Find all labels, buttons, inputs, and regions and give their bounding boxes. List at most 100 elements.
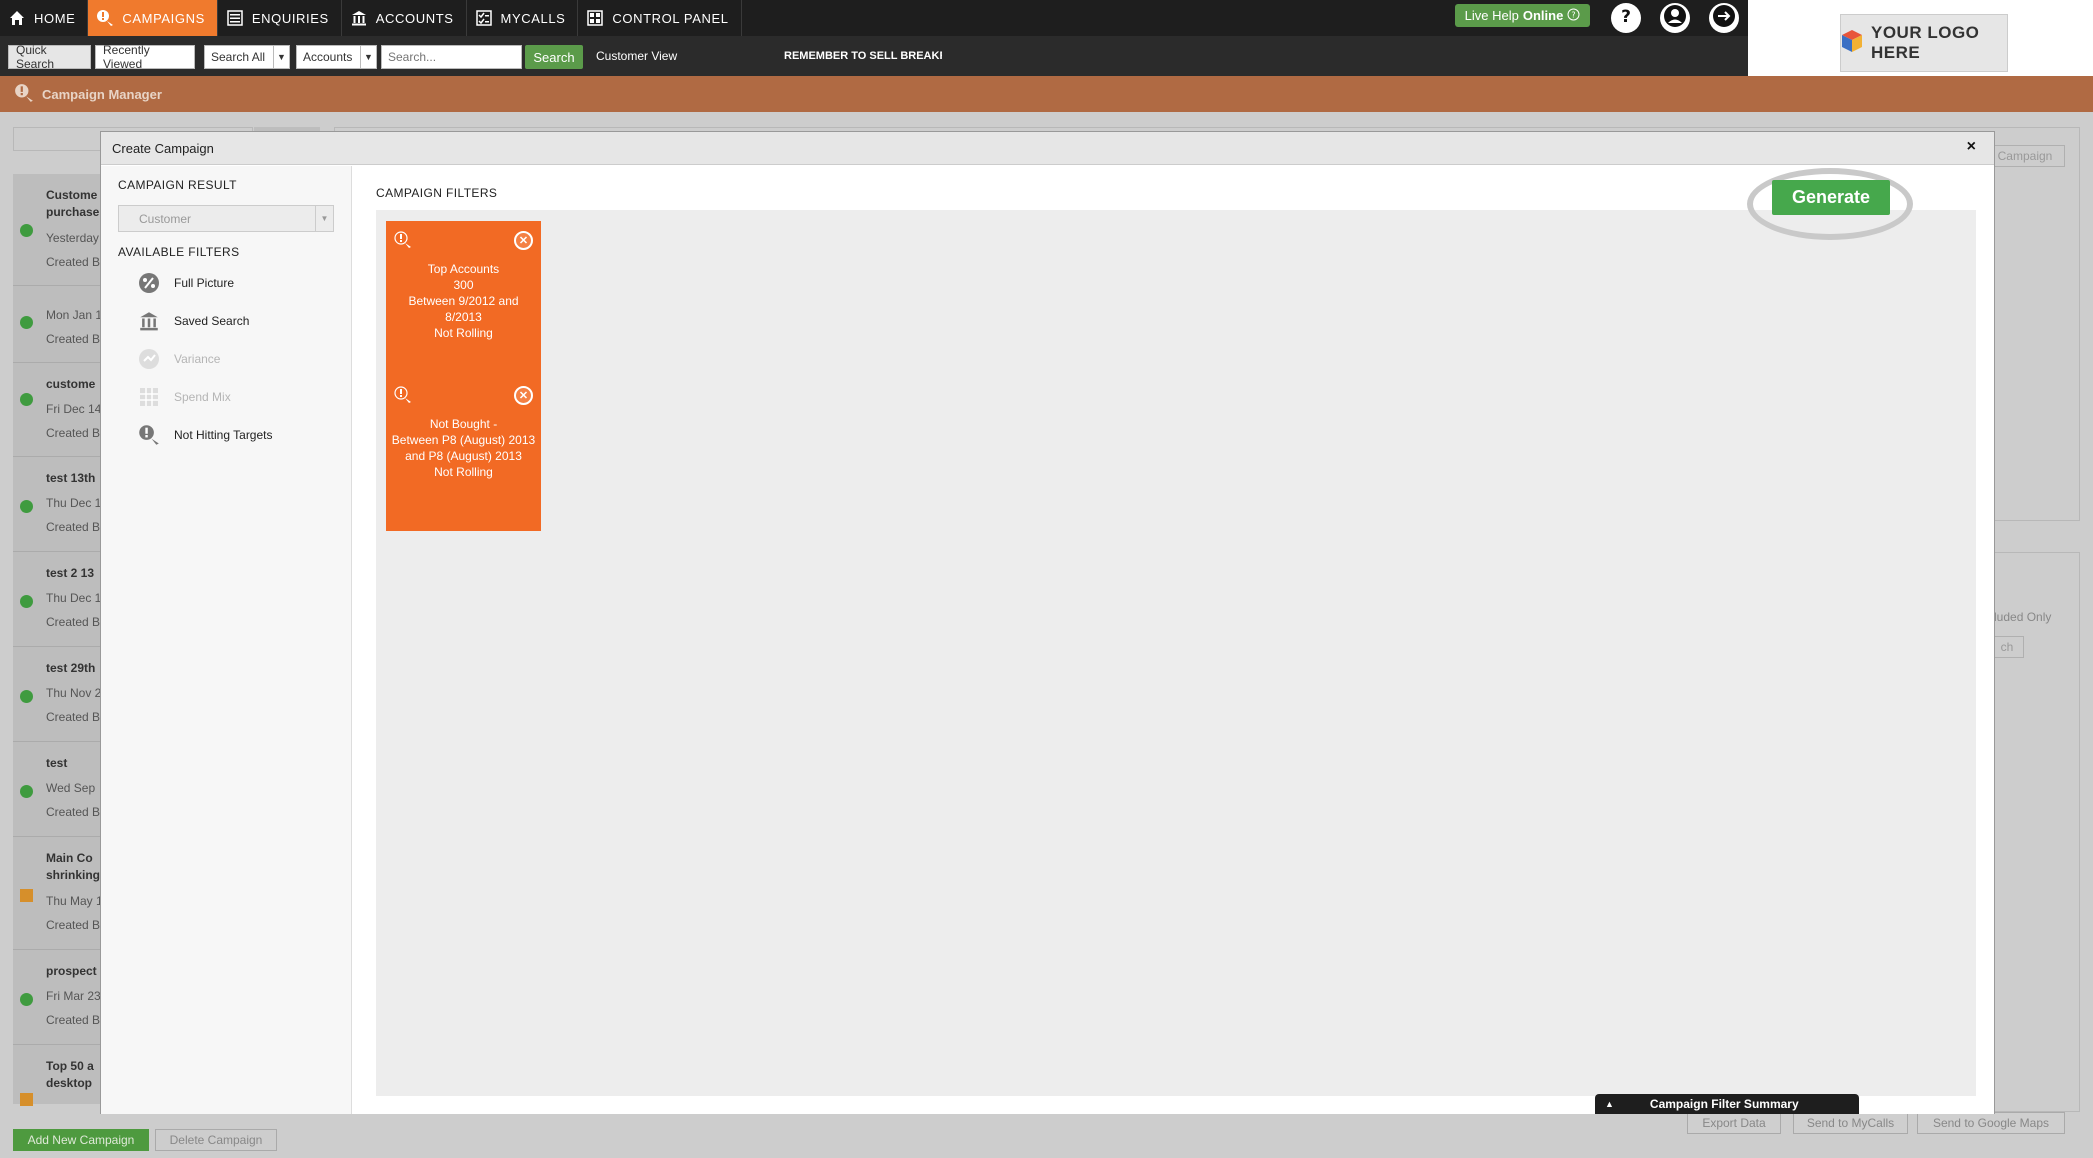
list-item-creator: Created B (46, 710, 101, 724)
filter-label: Saved Search (174, 314, 250, 328)
tile-line: and P8 (August) 2013 (405, 449, 522, 463)
list-item-title: purchase (46, 205, 100, 219)
list-item-date: Yesterday (46, 231, 99, 245)
status-dot (20, 785, 33, 798)
bank-icon (138, 310, 160, 332)
list-item[interactable]: Top 50 a desktop (13, 1045, 103, 1106)
caret-down-icon: ▼ (360, 46, 376, 68)
campaign-filters-dropzone[interactable]: ✕ Top Accounts 300 Between 9/2012 and 8/… (376, 210, 1976, 1096)
campaign-filter-summary-tab[interactable]: ▲ Campaign Filter Summary (1595, 1094, 1859, 1114)
accounts-label: Accounts (303, 50, 353, 64)
nav-control-panel-label: CONTROL PANEL (612, 10, 729, 26)
campaign-result-value: Customer (139, 211, 192, 226)
list-item[interactable]: Custome purchase Yesterday Created B (13, 174, 103, 286)
campaign-icon (14, 83, 34, 106)
list-item-creator: Created B (46, 1013, 101, 1027)
nav-home[interactable]: HOME (0, 0, 89, 36)
logout-button[interactable] (1709, 3, 1739, 33)
filter-sidebar: CAMPAIGN RESULT Customer ▼ AVAILABLE FIL… (101, 166, 352, 1114)
svg-text:?: ? (1621, 7, 1631, 26)
tile-description: Not Bought - Between P8 (August) 2013 an… (386, 416, 541, 480)
send-to-mycalls-button[interactable]: Send to MyCalls (1793, 1112, 1908, 1134)
list-item-title: Custome (46, 188, 98, 202)
nav-accounts-label: ACCOUNTS (375, 10, 454, 26)
help-button[interactable]: ? (1611, 3, 1641, 33)
search-input[interactable] (381, 45, 522, 69)
nav-campaigns-label: CAMPAIGNS (122, 10, 205, 26)
list-item-title: prospect (46, 964, 97, 978)
search-button[interactable]: Search (525, 45, 583, 69)
list-item-date: Wed Sep (46, 781, 96, 795)
caret-up-icon: ▲ (1605, 1099, 1614, 1109)
dialog-title: Create Campaign (112, 140, 214, 156)
filter-tile-top-accounts[interactable]: ✕ Top Accounts 300 Between 9/2012 and 8/… (386, 221, 541, 376)
bg-campaign-button[interactable]: Campaign (1985, 145, 2065, 167)
list-item-creator: Created B (46, 332, 101, 346)
list-item[interactable]: Main Co shrinking Thu May 1 Created B (13, 837, 103, 950)
filter-label: Spend Mix (174, 390, 231, 404)
list-item-date: Mon Jan 1 (46, 308, 103, 322)
campaign-icon (96, 9, 114, 27)
filter-not-hitting-targets[interactable]: Not Hitting Targets (138, 422, 273, 448)
remove-filter-icon[interactable]: ✕ (514, 386, 533, 405)
nav-accounts[interactable]: ACCOUNTS (342, 0, 467, 36)
campaign-result-select[interactable]: Customer ▼ (118, 205, 334, 232)
generate-button[interactable]: Generate (1772, 180, 1890, 215)
nav-mycalls[interactable]: MYCALLS (467, 0, 579, 36)
nav-enquiries-label: ENQUIRIES (251, 10, 329, 26)
campaign-filters-panel: CAMPAIGN FILTERS ✕ Top Accounts 300 Betw… (352, 166, 1994, 1114)
target-person-icon (138, 424, 160, 446)
list-item[interactable]: Mon Jan 1 Created B (13, 286, 103, 363)
variance-icon (138, 348, 160, 370)
dialog-header: Create Campaign (101, 132, 1994, 165)
filter-saved-search[interactable]: Saved Search (138, 308, 249, 334)
delete-campaign-button[interactable]: Delete Campaign (155, 1129, 277, 1151)
live-help-button[interactable]: Live Help Online ? (1455, 4, 1590, 27)
accounts-select[interactable]: Accounts ▼ (296, 45, 377, 69)
nav-control-panel[interactable]: CONTROL PANEL (578, 0, 742, 36)
add-campaign-button[interactable]: Add New Campaign (13, 1129, 149, 1151)
list-item-date: Thu Nov 2 (46, 686, 102, 700)
status-dot (20, 993, 33, 1006)
campaign-manager-title: Campaign Manager (42, 86, 162, 102)
nav-enquiries[interactable]: ENQUIRIES (218, 0, 342, 36)
list-item-title: shrinking (46, 868, 101, 882)
quick-search-tab[interactable]: Quick Search (8, 43, 91, 71)
live-help-status: Online (1522, 8, 1564, 23)
export-data-button[interactable]: Export Data (1687, 1112, 1781, 1134)
campaign-icon (393, 386, 413, 404)
tile-line: Top Accounts (427, 262, 500, 276)
close-button[interactable]: × (1967, 138, 1976, 156)
campaign-manager-bar: Campaign Manager (0, 76, 2093, 112)
list-item[interactable]: test 13th Thu Dec 1 Created B (13, 457, 103, 552)
list-item-creator: Created B (46, 918, 101, 932)
list-item[interactable]: test Wed Sep Created B (13, 742, 103, 837)
list-item[interactable]: custome Fri Dec 14 Created B (13, 363, 103, 457)
remove-filter-icon[interactable]: ✕ (514, 231, 533, 250)
customer-view-link[interactable]: Customer View (596, 49, 677, 63)
tile-description: Top Accounts 300 Between 9/2012 and 8/20… (386, 261, 541, 341)
tile-line: 300 (453, 278, 474, 292)
arrow-right-icon (1712, 4, 1736, 33)
list-item-title: test 13th (46, 471, 96, 485)
send-to-google-maps-button[interactable]: Send to Google Maps (1917, 1112, 2065, 1134)
nav-campaigns[interactable]: CAMPAIGNS (88, 0, 218, 36)
search-all-select[interactable]: Search All ▼ (204, 45, 290, 69)
checklist-icon (475, 9, 493, 27)
status-dot (20, 393, 33, 406)
list-item[interactable]: test 29th Thu Nov 2 Created B (13, 647, 103, 742)
campaign-icon (393, 231, 413, 249)
question-icon: ? (1616, 6, 1636, 31)
recently-viewed-tab[interactable]: Recently Viewed (95, 43, 195, 71)
list-item-title: test 2 13 (46, 566, 95, 580)
live-help-label: Live Help (1464, 8, 1519, 23)
filter-label: Variance (174, 352, 221, 366)
filter-label: Not Hitting Targets (174, 428, 273, 442)
filter-full-picture[interactable]: Full Picture (138, 270, 234, 296)
list-item[interactable]: test 2 13 Thu Dec 1 Created B (13, 552, 103, 647)
filter-tile-not-bought[interactable]: ✕ Not Bought - Between P8 (August) 2013 … (386, 376, 541, 531)
profile-button[interactable] (1660, 3, 1690, 33)
list-item[interactable]: prospect Fri Mar 23 Created B (13, 950, 103, 1045)
logo-text: YOUR LOGO HERE (1871, 23, 1980, 62)
search-all-label: Search All (211, 50, 266, 64)
